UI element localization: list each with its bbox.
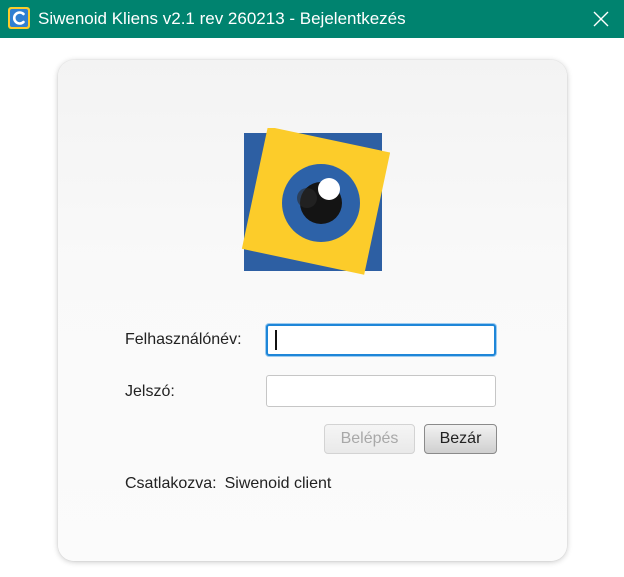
close-icon — [593, 11, 609, 27]
text-caret — [275, 330, 277, 350]
login-window: Siwenoid Kliens v2.1 rev 260213 - Bejele… — [0, 0, 624, 577]
username-label: Felhasználónév: — [125, 331, 242, 348]
close-button[interactable]: Bezár — [424, 424, 497, 454]
status-value: Siwenoid client — [224, 475, 332, 492]
connection-status: Csatlakozva: Siwenoid client — [125, 474, 331, 494]
eye-logo-icon — [241, 128, 390, 275]
username-input[interactable] — [266, 324, 496, 356]
status-label: Csatlakozva: — [125, 475, 217, 492]
title-bar[interactable]: Siwenoid Kliens v2.1 rev 260213 - Bejele… — [0, 0, 624, 38]
window-title: Siwenoid Kliens v2.1 rev 260213 - Bejele… — [38, 9, 406, 28]
login-card: Felhasználónév: Jelszó: Belépés Bezár Cs… — [58, 60, 567, 561]
login-button[interactable]: Belépés — [324, 424, 415, 454]
password-label: Jelszó: — [125, 383, 175, 400]
window-close-button[interactable] — [578, 0, 624, 38]
app-logo-icon — [8, 7, 30, 29]
password-input[interactable] — [266, 375, 496, 407]
